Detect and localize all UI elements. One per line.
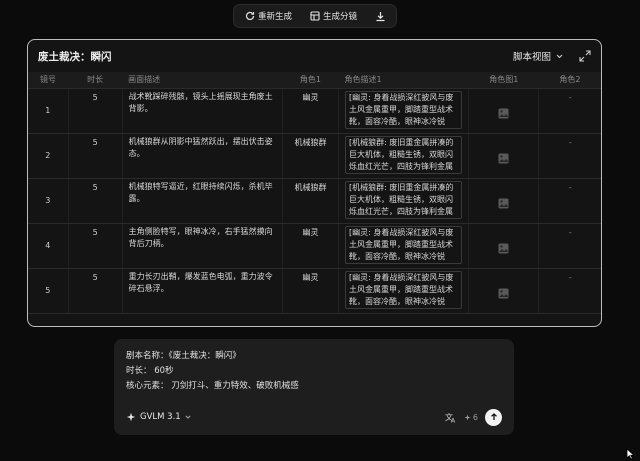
core-elements-line: 核心元素： 刀剑打斗、重力特效、破败机械感 — [126, 381, 299, 391]
view-selector-label: 脚本视图 — [512, 52, 551, 63]
model-name: GVLM 3.1 — [140, 412, 181, 422]
svg-text:A: A — [451, 417, 456, 423]
chat-footer: GVLM 3.1 文A 6 — [126, 407, 502, 427]
role-name[interactable]: 幽灵 — [282, 268, 340, 314]
panel-header: 废土裁决：瞬闪 脚本视图 — [28, 40, 601, 72]
role-image-cell[interactable] — [468, 268, 540, 314]
role-description[interactable]: [机械狼群: 废旧重金属拼凑的巨大机体，粗糙生锈，双眼闪烁血红光芒，四肢为锋利金… — [345, 135, 463, 174]
column-header: 时长 — [68, 72, 123, 89]
scene-description[interactable]: 重力长刃出鞘，爆发蓝色电弧，重力波令碎石悬浮。 — [122, 268, 283, 314]
table-header-row: 镜号 时长 画面描述 角色1 角色描述1 角色图1 角色2 — [28, 72, 601, 89]
image-placeholder-icon — [498, 243, 509, 253]
role-description[interactable]: [幽灵: 身着战损深红披风与废土风金属重甲，脚踏重型战术靴，面容冷酷，眼神冰冷锐 — [345, 225, 463, 264]
role-image-cell[interactable] — [468, 133, 540, 179]
column-header: 画面描述 — [122, 72, 283, 89]
role2-cell[interactable]: - — [538, 133, 601, 179]
role-image-cell[interactable] — [468, 223, 540, 269]
regenerate-label: 重新生成 — [258, 12, 293, 22]
chevron-down-icon — [185, 415, 191, 419]
role-description[interactable]: [幽灵: 身着战损深红披风与废土风金属重甲，脚踏重型战术靴，面容冷酷，眼神冰冷锐 — [345, 270, 463, 309]
shot-number: 5 — [28, 268, 69, 314]
column-header: 角色图1 — [468, 72, 539, 89]
shot-number: 2 — [28, 133, 69, 179]
column-header: 角色描述1 — [338, 72, 469, 89]
shot-duration[interactable]: 5 — [68, 178, 123, 224]
scene-description[interactable]: 战术靴踩碎残骸，镜头上摇展现主角废土背影。 — [122, 88, 283, 134]
image-placeholder-icon — [498, 153, 509, 163]
table-row[interactable]: 5 5 重力长刃出鞘，爆发蓝色电弧，重力波令碎石悬浮。 幽灵 [幽灵: 身着战损… — [28, 268, 601, 314]
scene-description[interactable]: 机械狼群从阴影中猛然跃出，摆出伏击姿态。 — [122, 133, 283, 179]
scene-description[interactable]: 主角侧脸特写，眼神冰冷，右手猛然摸向背后刀柄。 — [122, 223, 283, 269]
shot-duration[interactable]: 5 — [68, 88, 123, 134]
download-button[interactable] — [370, 7, 391, 25]
expand-icon[interactable] — [579, 50, 591, 62]
chat-input-card[interactable]: 剧本名称：《废土裁决：瞬闪》 时长： 60秒 核心元素： 刀剑打斗、重力特效、破… — [114, 339, 514, 435]
mouse-cursor-icon — [626, 448, 635, 460]
shot-number: 1 — [28, 88, 69, 134]
role-description-cell[interactable]: [机械狼群: 废旧重金属拼凑的巨大机体，粗糙生锈，双眼闪烁血红光芒，四肢为锋利金… — [338, 133, 470, 179]
shot-duration[interactable]: 5 — [68, 133, 123, 179]
model-logo-icon — [126, 412, 136, 422]
model-selector[interactable]: GVLM 3.1 — [126, 412, 191, 422]
duration-line: 时长： 60秒 — [126, 366, 174, 376]
top-toolbar: 重新生成 生成分镜 — [233, 4, 397, 28]
table-row[interactable]: 1 5 战术靴踩碎残骸，镜头上摇展现主角废土背影。 幽灵 [幽灵: 身着战损深红… — [28, 88, 601, 134]
table-row[interactable]: 3 5 机械狼特写逼近，红眼持续闪烁，杀机毕露。 机械狼群 [机械狼群: 废旧重… — [28, 178, 601, 224]
sparkle-icon — [464, 414, 471, 420]
role2-cell[interactable]: - — [538, 178, 601, 224]
role2-cell[interactable]: - — [538, 88, 601, 134]
download-icon — [376, 11, 385, 21]
role-description-cell[interactable]: [幽灵: 身着战损深红披风与废土风金属重甲，脚踏重型战术靴，面容冷酷，眼神冰冷锐 — [338, 88, 470, 134]
role-image-cell[interactable] — [468, 178, 540, 224]
arrow-up-icon — [490, 413, 497, 420]
role-description-cell[interactable]: [幽灵: 身着战损深红披风与废土风金属重甲，脚踏重型战术靴，面容冷酷，眼神冰冷锐 — [338, 268, 470, 314]
shot-number: 4 — [28, 223, 69, 269]
storyboard-label: 生成分镜 — [323, 12, 358, 22]
role-description[interactable]: [幽灵: 身着战损深红披风与废土风金属重甲，脚踏重型战术靴，面容冷酷，眼神冰冷锐 — [345, 90, 463, 129]
regenerate-button[interactable]: 重新生成 — [240, 7, 297, 25]
chevron-down-icon — [556, 54, 563, 58]
role-name[interactable]: 机械狼群 — [282, 178, 340, 224]
script-name-line: 剧本名称：《废土裁决：瞬闪》 — [126, 351, 241, 361]
column-header: 角色2 — [538, 72, 601, 89]
image-placeholder-icon — [498, 198, 509, 208]
column-header: 角色1 — [282, 72, 339, 89]
shot-duration[interactable]: 5 — [68, 268, 123, 314]
storyboard-icon — [310, 11, 320, 21]
credits-indicator: 6 — [464, 413, 478, 422]
role-name[interactable]: 机械狼群 — [282, 133, 340, 179]
table-row[interactable]: 4 5 主角侧脸特写，眼神冰冷，右手猛然摸向背后刀柄。 幽灵 [幽灵: 身着战损… — [28, 223, 601, 269]
role-description-cell[interactable]: [幽灵: 身着战损深红披风与废土风金属重甲，脚踏重型战术靴，面容冷酷，眼神冰冷锐 — [338, 223, 470, 269]
credits-count: 6 — [472, 412, 478, 422]
role2-cell[interactable]: - — [538, 223, 601, 269]
script-table: 镜号 时长 画面描述 角色1 角色描述1 角色图1 角色2 1 5 战术靴踩碎残… — [28, 72, 601, 314]
role-name[interactable]: 幽灵 — [282, 223, 340, 269]
refresh-icon — [245, 11, 255, 21]
role-description-cell[interactable]: [机械狼群: 废旧重金属拼凑的巨大机体，粗糙生锈，双眼闪烁血红光芒，四肢为锋利金… — [338, 178, 470, 224]
script-panel: 废土裁决：瞬闪 脚本视图 镜号 时长 画面描述 角色1 角色描述1 角色图1 角… — [27, 39, 602, 327]
role2-cell[interactable]: - — [538, 268, 601, 314]
scene-description[interactable]: 机械狼特写逼近，红眼持续闪烁，杀机毕露。 — [122, 178, 283, 224]
shot-number: 3 — [28, 178, 69, 224]
view-selector[interactable]: 脚本视图 — [513, 49, 563, 63]
role-image-cell[interactable] — [468, 88, 540, 134]
image-placeholder-icon — [498, 108, 509, 118]
translate-icon[interactable]: 文A — [445, 412, 457, 423]
shot-duration[interactable]: 5 — [68, 223, 123, 269]
storyboard-button[interactable]: 生成分镜 — [305, 7, 362, 25]
image-placeholder-icon — [498, 288, 509, 298]
table-row[interactable]: 2 5 机械狼群从阴影中猛然跃出，摆出伏击姿态。 机械狼群 [机械狼群: 废旧重… — [28, 133, 601, 179]
send-button[interactable] — [485, 408, 502, 426]
role-name[interactable]: 幽灵 — [282, 88, 340, 134]
role-description[interactable]: [机械狼群: 废旧重金属拼凑的巨大机体，粗糙生锈，双眼闪烁血红光芒，四肢为锋利金… — [345, 180, 463, 219]
panel-title: 废土裁决：瞬闪 — [38, 50, 112, 63]
column-header: 镜号 — [28, 72, 69, 89]
